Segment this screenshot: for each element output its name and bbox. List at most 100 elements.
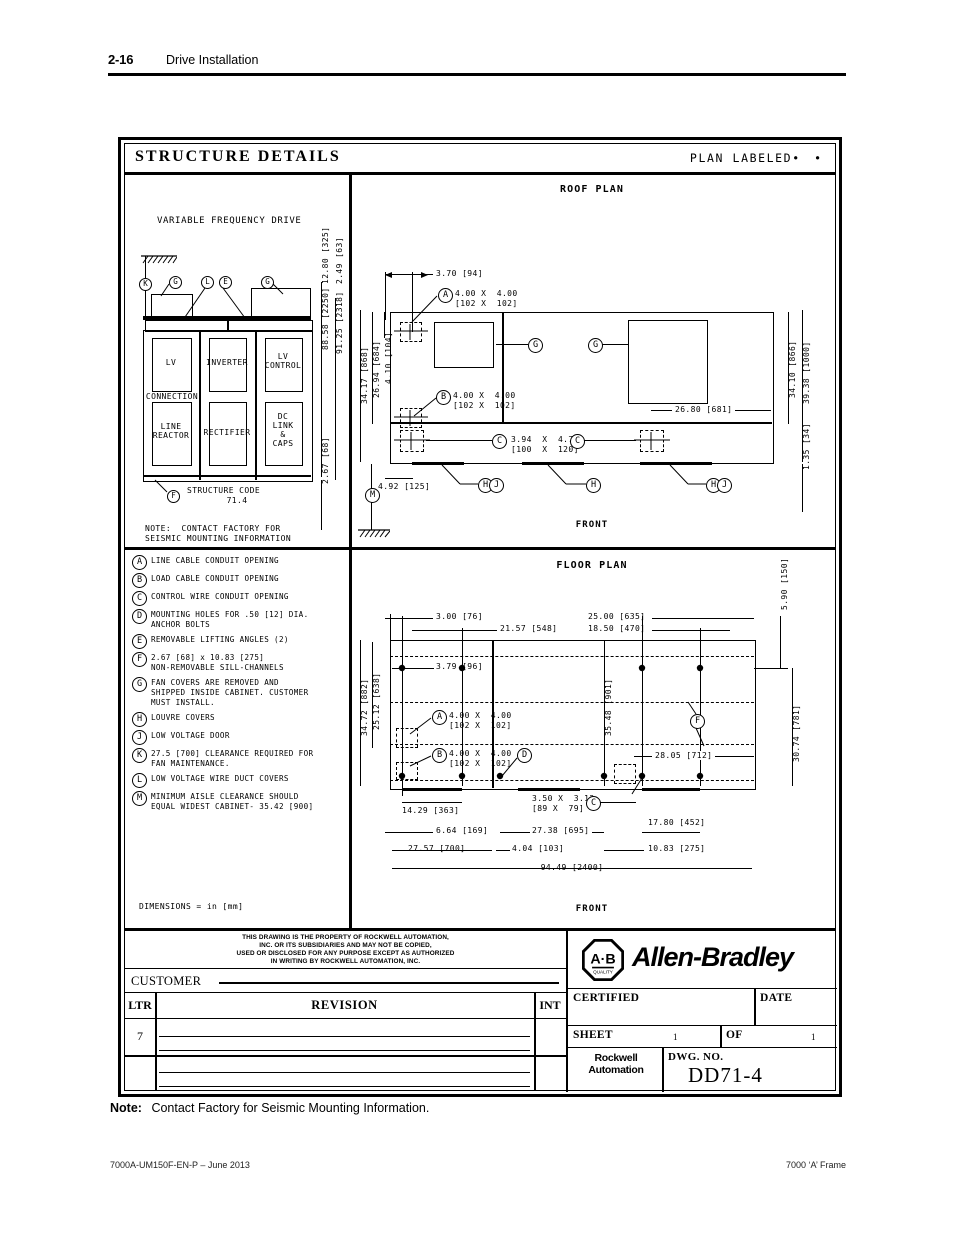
dim-ext-5-90	[780, 616, 781, 668]
balloon-J-1: J	[489, 478, 504, 493]
legend-bubble-B: B	[132, 573, 147, 588]
dim-34-10: 34.10 [866]	[788, 340, 797, 398]
dim-5-90-tick	[754, 668, 788, 669]
allen-bradley-logo-icon: A·B QUALITY	[582, 939, 624, 981]
dim-25-12: 25.12 [638]	[372, 672, 381, 730]
revision-header: REVISION	[311, 998, 378, 1012]
sheet-label: SHEET	[573, 1029, 613, 1041]
dim-27-57: 27.57 [700]	[408, 844, 466, 853]
certified-date-divider	[754, 989, 756, 1026]
legend-bubble-F: F	[132, 652, 147, 668]
f-leader	[154, 479, 168, 493]
dim-17-80: 17.80 [452]	[648, 818, 706, 827]
engineering-drawing-sheet: STRUCTURE DETAILS PLAN LABELED• • VARIAB…	[118, 137, 842, 1097]
dim-34-17: 34.17 [868]	[360, 346, 369, 404]
sill-channel-1	[402, 788, 462, 791]
balloon-F: F	[167, 490, 180, 503]
legend-bubble-C: C	[132, 591, 147, 606]
dim-2-67: 2.67 [68]	[321, 437, 330, 484]
legend-text-H: LOUVRE COVERS	[151, 713, 215, 723]
sill-channel-2	[518, 788, 580, 791]
legend-item-H: H LOUVRE COVERS	[131, 712, 343, 728]
legend-bubble-E: E	[132, 634, 147, 650]
dim-14-29-line	[402, 802, 462, 803]
dim-10-83-line	[604, 850, 644, 851]
legend-item-M: M MINIMUM AISLE CLEARANCE SHOULD EQUAL W…	[131, 791, 343, 811]
revision-row-2-line	[159, 1072, 530, 1074]
balloon-H-2: H	[586, 478, 601, 493]
dim-91-25: 91.25 [2318]	[335, 291, 344, 354]
header-rule	[108, 73, 846, 76]
dwg-no-label: DWG. NO.	[668, 1051, 724, 1063]
legend-item-B: B LOAD CABLE CONDUIT OPENING	[131, 573, 343, 588]
elevation-note-line1: NOTE: CONTACT FACTORY FOR	[145, 524, 281, 533]
drawing-title-bar: STRUCTURE DETAILS PLAN LABELED• •	[125, 144, 835, 175]
sheet-of-divider	[720, 1026, 722, 1048]
svg-text:A·B: A·B	[590, 951, 615, 967]
legend-item-G: G FAN COVERS ARE REMOVED AND SHIPPED INS…	[131, 677, 343, 707]
sheet-value: 1	[673, 1032, 678, 1042]
certified-date-row: CERTIFIED DATE	[568, 989, 837, 1026]
dim-17-80-line	[642, 832, 700, 833]
legend-list: A LINE CABLE CONDUIT OPENING B LOAD CABL…	[131, 555, 343, 818]
structure-code-value: 71.4	[226, 496, 248, 505]
legend-bubble-K: K	[132, 748, 147, 764]
legend-item-A: A LINE CABLE CONDUIT OPENING	[131, 555, 343, 570]
property-notice-cell: THIS DRAWING IS THE PROPERTY OF ROCKWELL…	[125, 931, 566, 969]
dim-12-80: 12.80 [325]	[321, 226, 330, 284]
of-label: OF	[726, 1029, 743, 1041]
revision-row-1-line	[159, 1050, 530, 1052]
elevation-view: VARIABLE FREQUENCY DRIVE K G L E G LV IN…	[125, 172, 349, 547]
page-number: 2-16	[108, 52, 134, 67]
drawing-inner-border: STRUCTURE DETAILS PLAN LABELED• • VARIAB…	[124, 143, 837, 1092]
revision-rows: 7	[125, 1019, 566, 1091]
drawing-title-block: THIS DRAWING IS THE PROPERTY OF ROCKWELL…	[125, 931, 837, 1092]
plan-labeled-label: PLAN LABELED	[689, 151, 793, 165]
dim-27-38-line-r	[592, 832, 604, 833]
legend-bubble-G: G	[132, 677, 147, 693]
balloon-J-2: J	[717, 478, 732, 493]
rockwell-logo-line1: Rockwell	[594, 1052, 638, 1064]
dim-35-48: 35.48 [901]	[604, 678, 613, 736]
legend-text-M: MINIMUM AISLE CLEARANCE SHOULD EQUAL WID…	[151, 792, 314, 811]
revision-header-row: LTR REVISION INT	[125, 993, 566, 1019]
legend-item-K: K 27.5 [700] CLEARANCE REQUIRED FOR FAN …	[131, 748, 343, 768]
legend-text-C: CONTROL WIRE CONDUIT OPENING	[151, 592, 289, 601]
legend-text-F: 2.67 [68] x 10.83 [275] NON-REMOVABLE SI…	[151, 653, 284, 672]
int-header: INT	[539, 998, 561, 1012]
legend-bubble-J: J	[132, 730, 147, 746]
dwg-divider	[662, 1048, 664, 1092]
footer-left: 7000A-UM150F-EN-P – June 2013	[110, 1160, 250, 1170]
customer-label: CUSTOMER	[131, 974, 202, 988]
brand-cell: A·B QUALITY Allen-Bradley	[568, 931, 837, 989]
legend-text-J: LOW VOLTAGE DOOR	[151, 731, 230, 741]
dim-88-58: 88.58 [2250]	[321, 287, 330, 350]
dim-4-92-line	[385, 478, 413, 479]
dim-27-57-line	[392, 850, 492, 851]
date-label: DATE	[760, 992, 793, 1004]
legend-bubble-D: D	[132, 609, 147, 624]
certified-label: CERTIFIED	[573, 992, 640, 1004]
floor-f-leader	[687, 701, 705, 747]
legend-text-G: FAN COVERS ARE REMOVED AND SHIPPED INSID…	[151, 678, 309, 707]
dim-ext-2-67	[321, 480, 322, 530]
page-footer: 7000A-UM150F-EN-P – June 2013 7000 ‘A’ F…	[110, 1160, 846, 1170]
dim-1-35: 1.35 [34]	[802, 423, 811, 470]
legend-bubble-H: H	[132, 712, 147, 728]
dim-4-04-line	[496, 850, 510, 851]
legend-item-D: D MOUNTING HOLES FOR .50 [12] DIA. ANCHO…	[131, 609, 343, 629]
dim-4-92: 4.92 [125]	[378, 482, 431, 491]
legend-text-E: REMOVABLE LIFTING ANGLES (2)	[151, 635, 289, 645]
svg-text:QUALITY: QUALITY	[593, 969, 613, 974]
legend-text-D: MOUNTING HOLES FOR .50 [12] DIA. ANCHOR …	[151, 610, 309, 629]
balloon-M: M	[365, 488, 380, 503]
revision-row-3-line	[159, 1086, 530, 1088]
rev-rows-hdiv	[125, 1055, 566, 1057]
note-label: Note:	[110, 1101, 142, 1115]
floor-hatch-icon	[358, 529, 390, 538]
legend-item-J: J LOW VOLTAGE DOOR	[131, 730, 343, 746]
legend-text-B: LOAD CABLE CONDUIT OPENING	[151, 574, 279, 583]
dwg-no-value: DD71-4	[688, 1063, 763, 1087]
plan-labeled-text: PLAN LABELED• •	[690, 151, 825, 165]
dim-27-38-line	[500, 832, 530, 833]
